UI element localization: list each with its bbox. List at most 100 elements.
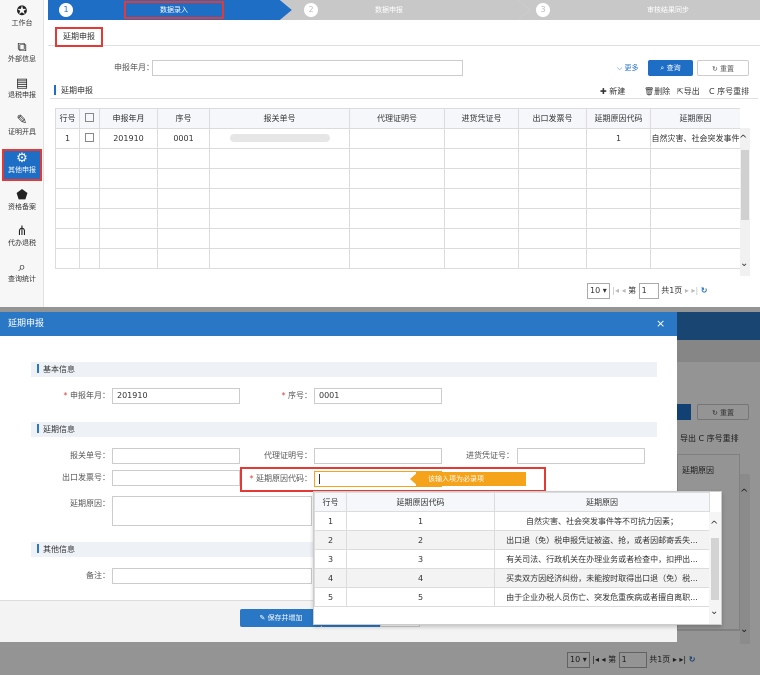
sidebar-item-label: 其他申报 xyxy=(8,166,36,174)
next-page-icon[interactable]: ▸ xyxy=(685,286,689,295)
tab-divider xyxy=(48,45,760,46)
remark-label: 备注： xyxy=(86,571,110,580)
search-icon: ⌕ xyxy=(660,64,665,72)
dropdown-row[interactable]: 3 3 有关司法、行政机关在办理业务或者检查中，扣押出... xyxy=(314,549,710,569)
col-header: 出口发票号 xyxy=(518,108,587,129)
page-input[interactable]: 1 xyxy=(638,283,659,299)
new-button[interactable]: ✚ 新建 xyxy=(600,87,625,97)
grid-scrollbar[interactable]: ^ ⌄ xyxy=(739,128,750,276)
close-icon[interactable]: × xyxy=(656,312,665,336)
chevron-up-icon[interactable]: ^ xyxy=(710,520,718,531)
dropdown-row[interactable]: 4 4 买卖双方因经济纠纷，未能按时取得出口退（免）税... xyxy=(314,568,710,588)
dropdown-header: 行号 延期原因代码 延期原因 xyxy=(314,492,710,512)
customs-no-input[interactable] xyxy=(112,448,240,464)
chevron-up-icon[interactable]: ^ xyxy=(739,134,747,145)
reorder-button[interactable]: C 序号重排 xyxy=(709,87,749,97)
prev-page-icon[interactable]: ◂ xyxy=(622,286,626,295)
edit-icon: ✎ xyxy=(16,113,28,128)
chevron-down-icon[interactable]: ⌄ xyxy=(740,258,748,269)
agent-cert-input[interactable] xyxy=(314,448,442,464)
dropdown-row[interactable]: 2 2 出口退（免）税申报凭证被盗、抢，或者因邮寄丢失... xyxy=(314,530,710,550)
sidebar-item-label: 查询统计 xyxy=(8,275,36,283)
table-row[interactable]: 1 201910 0001 1 自然灾害、社会突发事件 xyxy=(55,128,740,149)
sidebar-item-agent-refund[interactable]: ⋔ 代办退税 xyxy=(2,224,42,256)
export-invoice-input[interactable] xyxy=(112,470,240,486)
col-header: 申报年月 xyxy=(99,108,158,129)
cell xyxy=(349,128,445,149)
remark-input[interactable] xyxy=(112,568,312,584)
delay-reason-textarea[interactable] xyxy=(112,496,312,526)
step-label: 数据录入 xyxy=(124,1,224,19)
cell: 201910 xyxy=(99,128,158,149)
sidebar-item-query[interactable]: ⌕ 查询统计 xyxy=(2,260,42,292)
col-header: 代理证明号 xyxy=(349,108,445,129)
first-page-icon[interactable]: |◂ xyxy=(612,286,619,295)
tab-delay-declare[interactable]: 延期申报 xyxy=(55,27,103,47)
document-icon: ▤ xyxy=(15,76,29,91)
sidebar-item-certificate[interactable]: ✎ 证明开具 xyxy=(2,113,42,145)
sidebar-item-tax-refund[interactable]: ▤ 退税申报 xyxy=(2,76,42,108)
cell-blurred xyxy=(209,128,350,149)
search-icon: ⌕ xyxy=(18,260,26,275)
step-2[interactable]: 2 数据申报 xyxy=(292,0,518,20)
dashboard-icon: ✪ xyxy=(16,4,28,19)
cell xyxy=(444,128,519,149)
tooltip-text: 该输入项为必录项 xyxy=(428,475,484,483)
declare-month-input[interactable] xyxy=(152,60,463,76)
table-row xyxy=(55,208,740,229)
step-3[interactable]: 3 审核结果同步 xyxy=(530,0,760,20)
org-chart-icon: ⋔ xyxy=(16,224,28,239)
sidebar-item-label: 外部信息 xyxy=(8,55,36,63)
export-button[interactable]: ⇱导出 xyxy=(677,87,700,97)
sidebar-item-workbench[interactable]: ✪ 工作台 xyxy=(2,4,42,36)
reset-button[interactable]: ↻ 重置 xyxy=(697,60,749,76)
sidebar-item-other-declare[interactable]: ⚙ 其他申报 xyxy=(2,149,42,181)
page-size-select[interactable]: 10 ▾ xyxy=(587,283,610,299)
dropdown-row[interactable]: 5 5 由于企业办税人员伤亡、突发危重疾病或者擅自离职... xyxy=(314,587,710,607)
dropdown-scrollbar[interactable]: ^ ⌄ xyxy=(709,512,721,624)
cell: 1 xyxy=(55,128,80,149)
sidebar-item-label: 代办退税 xyxy=(8,239,36,247)
agent-cert-label: 代理证明号： xyxy=(264,451,312,460)
select-all-checkbox[interactable] xyxy=(79,108,100,129)
col-header: 延期原因代码 xyxy=(586,108,651,129)
sidebar-item-label: 资格备案 xyxy=(8,203,36,211)
col-header: 行号 xyxy=(314,492,347,512)
chevron-down-icon[interactable]: ⌄ xyxy=(710,606,718,617)
delay-reason-label: 延期原因： xyxy=(70,499,110,508)
row-checkbox[interactable] xyxy=(79,128,100,149)
col-header: 报关单号 xyxy=(209,108,350,129)
purchase-voucher-input[interactable] xyxy=(517,448,645,464)
sidebar-item-external-info[interactable]: ⧉ 外部信息 xyxy=(2,40,42,72)
cell: 自然灾害、社会突发事件 xyxy=(650,128,740,149)
grid-title: 延期申报 xyxy=(61,86,93,95)
col-header: 行号 xyxy=(55,108,80,129)
col-header: 序号 xyxy=(157,108,210,129)
modal-declare-month-input[interactable]: 201910 xyxy=(112,388,240,404)
col-header: 延期原因 xyxy=(650,108,740,129)
modal-seq-input[interactable]: 0001 xyxy=(314,388,442,404)
cell: 1 xyxy=(586,128,651,149)
sidebar-item-label: 退税申报 xyxy=(8,91,36,99)
refresh-icon[interactable]: ↻ xyxy=(701,286,708,295)
dropdown-row[interactable]: 1 1 自然灾害、社会突发事件等不可抗力因素； xyxy=(314,511,710,531)
reason-code-label: * 延期原因代码： xyxy=(249,474,312,483)
required-tooltip: 该输入项为必录项 xyxy=(416,472,526,486)
query-button[interactable]: ⌕ 查询 xyxy=(648,60,693,76)
scrollbar-thumb[interactable] xyxy=(711,538,719,600)
step-label: 审核结果同步 xyxy=(647,6,689,14)
table-row xyxy=(55,188,740,209)
data-grid: 行号 申报年月 序号 报关单号 代理证明号 进货凭证号 出口发票号 延期原因代码… xyxy=(55,108,740,276)
more-link[interactable]: ⌵ 更多 xyxy=(617,63,639,73)
last-page-icon[interactable]: ▸| xyxy=(691,286,698,295)
scrollbar-thumb[interactable] xyxy=(741,150,749,220)
export-invoice-label: 出口发票号： xyxy=(62,473,110,482)
save-and-add-button[interactable]: ✎ 保存并增加 xyxy=(240,609,322,627)
step-1[interactable]: 1 数据录入 xyxy=(48,0,280,20)
sidebar-item-label: 证明开具 xyxy=(8,128,36,136)
sidebar-item-qualification[interactable]: ⬟ 资格备案 xyxy=(2,188,42,220)
declare-month-label: * 申报年月： xyxy=(63,391,110,400)
export-icon: ⇱ xyxy=(677,87,684,96)
sidebar-item-label: 工作台 xyxy=(11,19,33,27)
delete-button[interactable]: 🗑删除 xyxy=(644,87,670,97)
